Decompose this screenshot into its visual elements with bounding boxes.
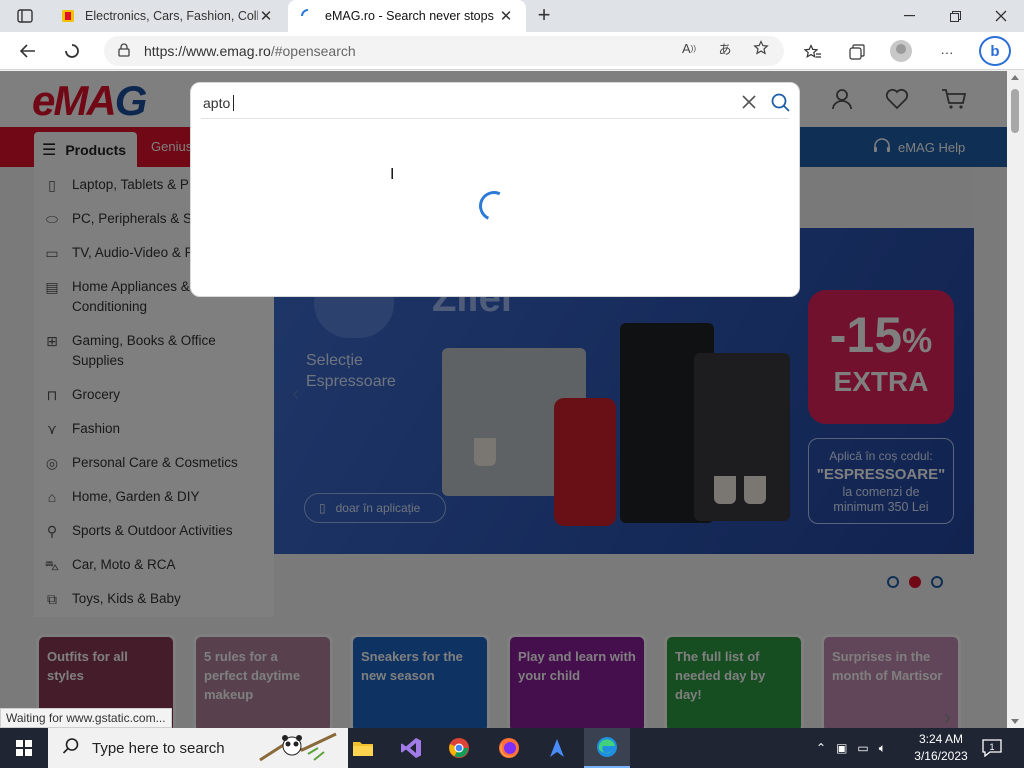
notification-count: 1 <box>989 742 994 752</box>
restore-icon[interactable] <box>932 0 978 32</box>
browser-toolbar: https://www.emag.ro/#opensearch A)) あ ··… <box>0 32 1024 70</box>
close-tab-icon[interactable]: ✕ <box>258 7 274 25</box>
url-text[interactable]: https://www.emag.ro/#opensearch <box>144 43 356 59</box>
visual-studio-icon[interactable] <box>388 728 434 768</box>
clock-time: 3:24 AM <box>918 732 964 746</box>
bing-chat-icon[interactable]: b <box>979 36 1011 66</box>
back-icon[interactable] <box>14 38 42 64</box>
notification-center-icon[interactable]: 1 <box>980 736 1004 760</box>
clock-date: 3/16/2023 <box>914 749 968 763</box>
url-host: https://www.emag.ro <box>144 43 271 59</box>
clear-search-icon[interactable] <box>739 92 759 112</box>
search-input[interactable] <box>203 91 723 115</box>
network-status-icon[interactable]: ▣ <box>836 741 847 755</box>
favorite-add-icon[interactable] <box>752 39 770 57</box>
more-options-icon[interactable]: ··· <box>936 41 958 63</box>
collections-icon[interactable] <box>846 41 868 63</box>
app-icon[interactable] <box>534 728 580 768</box>
page-scrollbar[interactable] <box>1007 71 1024 728</box>
tab-actions-icon[interactable] <box>10 6 40 26</box>
tab-title: eMAG.ro - Search never stops <box>325 9 494 23</box>
search-icon <box>62 737 80 759</box>
scroll-down-icon[interactable] <box>1011 719 1019 724</box>
search-bar <box>201 87 791 119</box>
text-cursor-icon: I <box>390 166 395 183</box>
windows-logo-icon <box>16 740 32 756</box>
close-window-icon[interactable] <box>978 0 1024 32</box>
volume-icon[interactable]: 🔈︎ <box>879 741 886 756</box>
show-hidden-icons-icon[interactable]: ⌃ <box>816 741 826 755</box>
chrome-icon[interactable] <box>436 728 482 768</box>
firefox-icon[interactable] <box>486 728 532 768</box>
stop-loading-icon[interactable] <box>58 38 86 64</box>
system-tray: ⌃ ▣ ▭ 🔈︎ <box>816 728 886 768</box>
scroll-thumb[interactable] <box>1011 89 1019 133</box>
emag-favicon <box>60 8 76 24</box>
browser-status-text: Waiting for www.gstatic.com... <box>0 708 172 728</box>
url-path: /#opensearch <box>270 43 356 59</box>
tab-emag-search[interactable]: eMAG.ro - Search never stops ✕ <box>288 0 526 32</box>
profile-avatar[interactable] <box>890 40 912 62</box>
tab-title: Electronics, Cars, Fashion, Collect <box>85 9 258 23</box>
search-highlight-image <box>258 730 338 766</box>
loading-spinner-icon <box>474 186 514 226</box>
loading-favicon-icon <box>300 8 316 24</box>
browser-tab-bar: Electronics, Cars, Fashion, Collect ✕ eM… <box>0 0 1024 32</box>
windows-taskbar: Type here to search ⌃ ▣ ▭ 🔈︎ 3:24 AM 3/1… <box>0 728 1024 768</box>
favorites-icon[interactable] <box>802 41 824 63</box>
start-button[interactable] <box>0 728 48 768</box>
new-tab-button[interactable]: + <box>532 4 556 28</box>
file-explorer-icon[interactable] <box>340 728 386 768</box>
taskbar-clock[interactable]: 3:24 AM 3/16/2023 <box>906 731 976 765</box>
search-popup <box>190 82 800 297</box>
taskbar-search-placeholder: Type here to search <box>92 739 225 757</box>
text-caret <box>233 95 234 111</box>
close-tab-icon[interactable]: ✕ <box>498 7 514 25</box>
tab-electronics[interactable]: Electronics, Cars, Fashion, Collect ✕ <box>48 0 286 32</box>
scroll-up-icon[interactable] <box>1011 75 1019 80</box>
search-icon[interactable] <box>769 91 791 113</box>
wifi-icon[interactable]: ▭ <box>857 741 868 755</box>
page-viewport: eMAG ☰ Products Genius eMAG Help ▯Laptop… <box>0 71 1024 728</box>
translate-icon[interactable]: あ <box>716 39 734 57</box>
lock-icon[interactable] <box>118 42 130 60</box>
edge-icon[interactable] <box>584 728 630 768</box>
read-aloud-icon[interactable]: A)) <box>680 39 698 57</box>
minimize-icon[interactable] <box>886 0 932 32</box>
